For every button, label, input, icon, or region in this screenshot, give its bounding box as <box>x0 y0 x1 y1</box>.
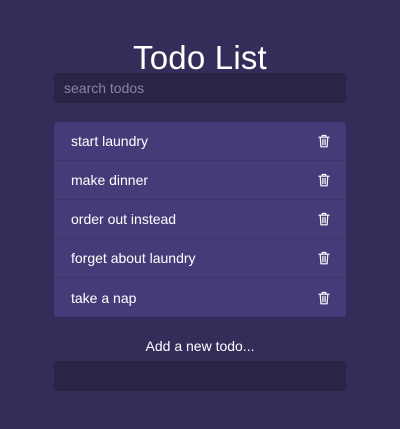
add-todo-input[interactable] <box>54 361 346 391</box>
todo-item: start laundry <box>54 122 346 161</box>
todo-item: order out instead <box>54 200 346 239</box>
todo-label: order out instead <box>71 211 177 227</box>
trash-icon[interactable] <box>318 173 330 187</box>
trash-icon[interactable] <box>318 291 330 305</box>
add-todo-label: Add a new todo... <box>145 338 255 354</box>
todo-label: forget about laundry <box>71 250 196 266</box>
todo-label: start laundry <box>71 133 149 149</box>
todo-item: forget about laundry <box>54 239 346 278</box>
todo-item: make dinner <box>54 161 346 200</box>
todo-item: take a nap <box>54 278 346 317</box>
trash-icon[interactable] <box>318 212 330 226</box>
todo-label: take a nap <box>71 289 137 306</box>
trash-icon[interactable] <box>318 134 330 148</box>
todo-label: make dinner <box>71 172 149 188</box>
trash-icon[interactable] <box>318 251 330 265</box>
todo-list: start laundry make dinner order out inst… <box>54 122 346 317</box>
search-input[interactable] <box>54 73 346 103</box>
